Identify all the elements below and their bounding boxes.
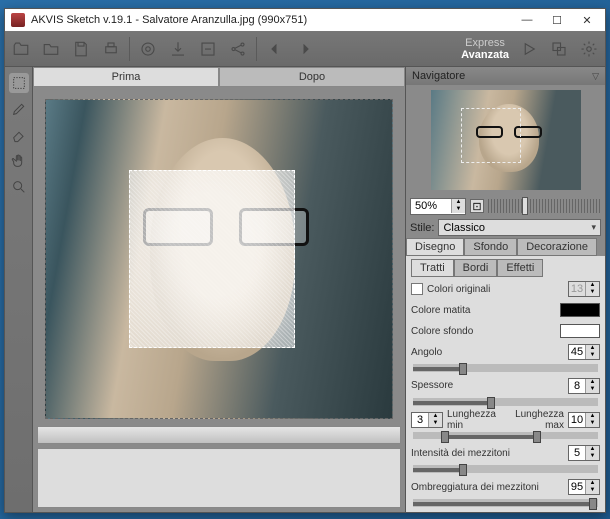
tab-tratti[interactable]: Tratti xyxy=(411,259,454,277)
style-label: Stile: xyxy=(410,222,434,234)
redo-icon[interactable] xyxy=(293,37,317,61)
zoom-slider[interactable] xyxy=(488,199,601,213)
share-icon[interactable] xyxy=(226,37,250,61)
shading-label: Ombreggiatura dei mezzitoni xyxy=(411,482,564,493)
export-icon[interactable] xyxy=(166,37,190,61)
max-length-label: Lunghezza max xyxy=(500,409,564,431)
min-length-input[interactable]: 3▲▼ xyxy=(411,412,443,428)
mode-advanced[interactable]: Avanzata xyxy=(461,49,509,61)
pencil-color-swatch[interactable] xyxy=(560,303,600,317)
titlebar: AKVIS Sketch v.19.1 - Salvatore Aranzull… xyxy=(5,9,605,31)
play-icon[interactable] xyxy=(517,37,541,61)
zoom-tool-icon[interactable] xyxy=(9,177,29,197)
min-length-label: Lunghezza min xyxy=(447,409,496,431)
tab-effetti[interactable]: Effetti xyxy=(497,259,543,277)
minimize-button[interactable]: — xyxy=(515,11,539,29)
tab-decorazione[interactable]: Decorazione xyxy=(517,238,597,256)
thickness-label: Spessore xyxy=(411,380,564,391)
thickness-slider[interactable] xyxy=(413,398,598,406)
bg-color-row: Colore sfondo xyxy=(411,322,600,340)
left-toolbar xyxy=(5,67,33,512)
navigator-header: Navigatore ▽ xyxy=(406,67,605,85)
mode-switch[interactable]: Express Avanzata xyxy=(461,37,511,61)
zoom-input[interactable]: 50% ▲▼ xyxy=(410,198,466,215)
thickness-input[interactable]: 8▲▼ xyxy=(568,378,600,394)
eraser-tool-icon[interactable] xyxy=(9,125,29,145)
preview-selection[interactable] xyxy=(129,170,295,348)
zoom-value: 50% xyxy=(411,200,451,212)
angle-slider[interactable] xyxy=(413,364,598,372)
separator xyxy=(129,37,130,61)
max-length-input[interactable]: 10▲▼ xyxy=(568,412,600,428)
maximize-button[interactable]: ☐ xyxy=(545,11,569,29)
close-button[interactable]: ✕ xyxy=(575,11,599,29)
run-icon[interactable] xyxy=(136,37,160,61)
print-icon[interactable] xyxy=(99,37,123,61)
inner-subtabs: Tratti Bordi Effetti xyxy=(411,259,600,277)
bg-color-swatch[interactable] xyxy=(560,324,600,338)
mode-express[interactable]: Express xyxy=(465,37,505,49)
separator xyxy=(256,37,257,61)
pencil-tool-icon[interactable] xyxy=(9,99,29,119)
zoom-controls: 50% ▲▼ ⊡ xyxy=(406,195,605,217)
thickness-row: Spessore 8▲▼ xyxy=(411,377,600,395)
navigator-thumbnail[interactable] xyxy=(406,85,605,195)
collapse-icon[interactable]: ▽ xyxy=(592,71,599,82)
tab-sfondo[interactable]: Sfondo xyxy=(464,238,517,256)
tab-disegno[interactable]: Disegno xyxy=(406,238,464,256)
canvas[interactable] xyxy=(33,87,405,422)
horizontal-scrollbar[interactable] xyxy=(37,426,401,444)
open-icon[interactable] xyxy=(9,37,33,61)
midtones-row: Intensità dei mezzitoni 5▲▼ xyxy=(411,444,600,462)
timeline-strip[interactable] xyxy=(37,448,401,508)
undo-icon[interactable] xyxy=(263,37,287,61)
length-range-slider[interactable] xyxy=(413,432,598,440)
style-value: Classico xyxy=(443,222,485,234)
tab-after[interactable]: Dopo xyxy=(219,67,405,87)
zoom-stepper[interactable]: ▲▼ xyxy=(451,199,465,213)
midtones-slider[interactable] xyxy=(413,465,598,473)
midtones-label: Intensità dei mezzitoni xyxy=(411,448,564,459)
center-panel: Prima Dopo xyxy=(33,67,405,512)
midtones-input[interactable]: 5▲▼ xyxy=(568,445,600,461)
original-colors-checkbox[interactable] xyxy=(411,283,423,295)
preview-tool-icon[interactable] xyxy=(9,73,29,93)
original-colors-label: Colori originali xyxy=(427,284,564,295)
main-subtabs: Disegno Sfondo Decorazione xyxy=(406,238,605,256)
dropdown-icon: ▾ xyxy=(591,222,596,233)
length-row: 3▲▼ Lunghezza min Lunghezza max 10▲▼ xyxy=(411,411,600,429)
shading-slider[interactable] xyxy=(413,499,598,507)
save-icon[interactable] xyxy=(69,37,93,61)
app-icon xyxy=(11,13,25,27)
angle-label: Angolo xyxy=(411,347,564,358)
window-title: AKVIS Sketch v.19.1 - Salvatore Aranzull… xyxy=(31,14,509,26)
tab-bordi[interactable]: Bordi xyxy=(454,259,498,277)
before-after-tabs: Prima Dopo xyxy=(33,67,405,87)
shading-input[interactable]: 95▲▼ xyxy=(568,479,600,495)
zoom-fit-icon[interactable]: ⊡ xyxy=(470,199,484,213)
pencil-color-row: Colore matita xyxy=(411,301,600,319)
bg-color-label: Colore sfondo xyxy=(411,326,556,337)
navigator-title: Navigatore xyxy=(412,70,465,82)
shading-row: Ombreggiatura dei mezzitoni 95▲▼ xyxy=(411,478,600,496)
original-colors-value: 13▲▼ xyxy=(568,281,600,297)
import-preset-icon[interactable] xyxy=(196,37,220,61)
tab-before[interactable]: Prima xyxy=(33,67,219,87)
original-colors-row: Colori originali 13▲▼ xyxy=(411,280,600,298)
application-window: AKVIS Sketch v.19.1 - Salvatore Aranzull… xyxy=(4,8,606,513)
batch-icon[interactable] xyxy=(547,37,571,61)
settings-icon[interactable] xyxy=(577,37,601,61)
right-panel: Navigatore ▽ 50% ▲▼ ⊡ Stile: xyxy=(405,67,605,512)
image-preview xyxy=(45,99,393,419)
settings-panel: Tratti Bordi Effetti Colori originali 13… xyxy=(406,256,605,512)
pencil-color-label: Colore matita xyxy=(411,305,556,316)
main-toolbar: Express Avanzata xyxy=(5,31,605,67)
angle-input[interactable]: 45▲▼ xyxy=(568,344,600,360)
main-area: Prima Dopo Navigatore ▽ xyxy=(5,67,605,512)
open-folder-icon[interactable] xyxy=(39,37,63,61)
style-row: Stile: Classico ▾ xyxy=(406,217,605,238)
style-select[interactable]: Classico ▾ xyxy=(438,219,601,236)
angle-row: Angolo 45▲▼ xyxy=(411,343,600,361)
hand-tool-icon[interactable] xyxy=(9,151,29,171)
